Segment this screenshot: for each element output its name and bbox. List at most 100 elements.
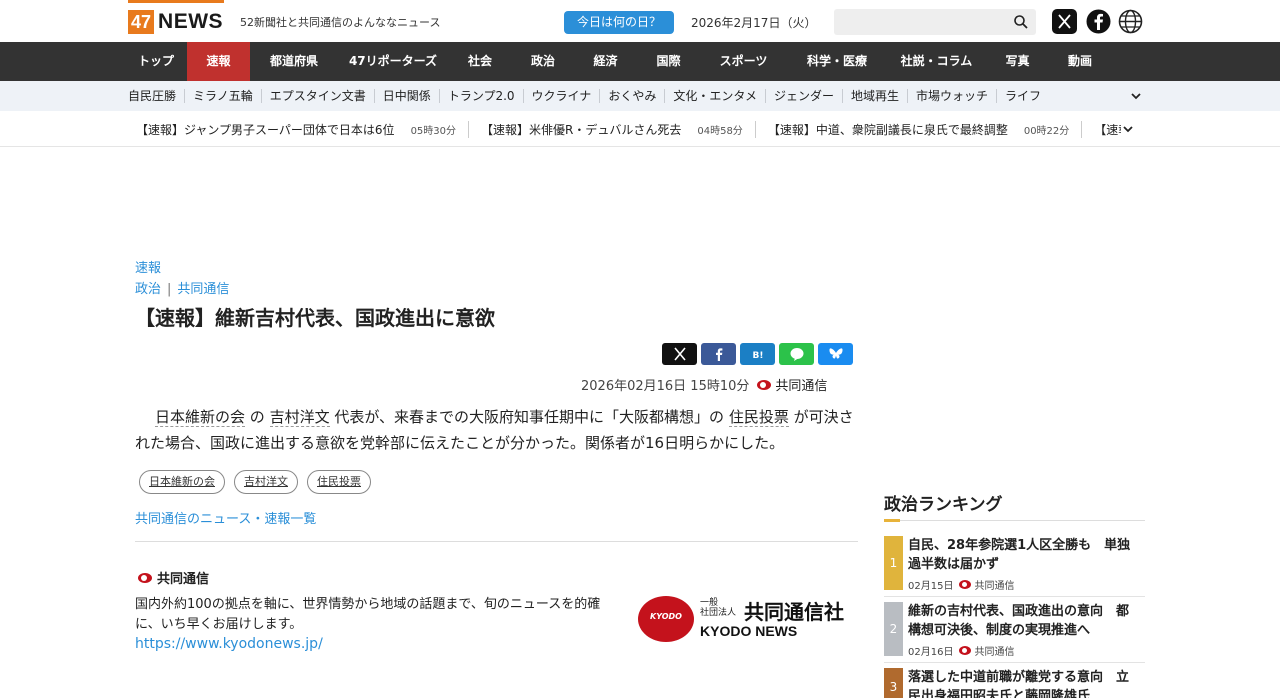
ranking-item-3[interactable]: 3 落選した中道前職が離党する意向 立民出身福田昭夫氏と藤岡隆雄氏 bbox=[884, 668, 1145, 698]
tag-chip[interactable]: 吉村洋文 bbox=[234, 470, 298, 494]
site-tagline: 52新聞社と共同通信のよんななニュース bbox=[240, 16, 441, 29]
ranking-title: 政治ランキング bbox=[884, 495, 1003, 515]
share-x-button[interactable] bbox=[662, 343, 697, 365]
x-icon[interactable] bbox=[1052, 9, 1077, 34]
logo-small-label: 一般 社団法人 bbox=[700, 598, 737, 618]
ranking-item-1[interactable]: 1 自民、28年参院選1人区全勝も 単独過半数は届かず 02月15日 共同通信 bbox=[884, 536, 1145, 592]
article-datetime: 2026年02月16日 15時10分 bbox=[581, 379, 750, 394]
topic-item[interactable]: ライフ bbox=[997, 89, 1049, 103]
ranking-item-date: 02月16日 bbox=[908, 647, 954, 658]
nav-item-breaking[interactable]: 速報 bbox=[187, 42, 250, 81]
facebook-icon[interactable] bbox=[1086, 9, 1111, 34]
ranking-divider bbox=[884, 596, 1145, 597]
article-title: 【速報】維新吉村代表、国政進出に意欲 bbox=[135, 306, 495, 330]
topic-item[interactable]: 自民圧勝 bbox=[128, 89, 186, 103]
ranking-divider bbox=[884, 662, 1145, 663]
topic-item[interactable]: 市場ウォッチ bbox=[908, 89, 998, 103]
article-source[interactable]: 共同通信 bbox=[775, 375, 827, 394]
topic-item[interactable]: トランプ2.0 bbox=[440, 89, 524, 103]
ranking-item-title: 落選した中道前職が離党する意向 立民出身福田昭夫氏と藤岡隆雄氏 bbox=[908, 670, 1130, 698]
current-date: 2026年2月17日（火） bbox=[691, 16, 817, 30]
kyodo-news-logo[interactable]: KYODO 一般 社団法人 共同通信社 KYODO NEWS bbox=[638, 596, 858, 642]
kyodo-logo-icon bbox=[757, 379, 772, 390]
ranking-item-date: 02月15日 bbox=[908, 581, 954, 592]
logo-english-text: KYODO NEWS bbox=[700, 623, 798, 639]
source-name: 共同通信 bbox=[138, 568, 209, 587]
nav-item-videos[interactable]: 動画 bbox=[1049, 42, 1111, 81]
ranking-item-source: 共同通信 bbox=[974, 647, 1015, 658]
breaking-ticker: 【速報】ジャンプ男子スーパー団体で日本は6位 05時30分 【速報】米俳優R・デ… bbox=[0, 111, 1280, 147]
topic-item[interactable]: 地域再生 bbox=[843, 89, 909, 103]
tag-chip[interactable]: 住民投票 bbox=[307, 470, 371, 494]
bluesky-icon bbox=[828, 348, 843, 359]
logo-small-text: 一般 社団法人 bbox=[700, 598, 736, 618]
keyword-link[interactable]: 住民投票 bbox=[728, 408, 789, 427]
ticker-item[interactable]: 【速報】ジャンプ男子スーパー団体で日本は6位 05時30分 bbox=[136, 120, 470, 138]
topic-item[interactable]: ミラノ五輪 bbox=[185, 89, 262, 103]
body-text: の bbox=[245, 408, 270, 426]
share-hatena-button[interactable]: B! bbox=[740, 343, 775, 365]
source-name-label: 共同通信 bbox=[157, 572, 210, 587]
rank-number: 3 bbox=[884, 668, 903, 698]
nav-item-economy[interactable]: 経済 bbox=[574, 42, 637, 81]
article-subcategory: 政治 | 共同通信 bbox=[135, 278, 229, 297]
kyodo-news-list-link[interactable]: 共同通信のニュース・速報一覧 bbox=[135, 508, 316, 527]
nav-item-photos[interactable]: 写真 bbox=[986, 42, 1049, 81]
line-icon bbox=[790, 348, 803, 361]
share-facebook-button[interactable] bbox=[701, 343, 736, 365]
article-category[interactable]: 速報 bbox=[135, 257, 161, 276]
nav-item-prefectures[interactable]: 都道府県 bbox=[250, 42, 338, 81]
ticker-item[interactable]: 【速報】中道、衆院副議長に泉氏で最終調整 00時22分 bbox=[767, 120, 1083, 138]
x-icon bbox=[673, 347, 686, 361]
share-line-button[interactable] bbox=[779, 343, 814, 365]
topic-item[interactable]: 文化・エンタメ bbox=[665, 89, 766, 103]
share-bluesky-button[interactable] bbox=[818, 343, 853, 365]
article-byline: 2026年02月16日 15時10分 共同通信 bbox=[581, 375, 827, 394]
nav-item-politics[interactable]: 政治 bbox=[512, 42, 574, 81]
logo-accent-bar bbox=[128, 0, 224, 3]
topic-item[interactable]: エプスタイン文書 bbox=[262, 89, 375, 103]
site-header: 47 NEWS 52新聞社と共同通信のよんななニュース 今日は何の日？ 2026… bbox=[0, 0, 1280, 42]
article-tags: 日本維新の会 吉村洋文 住民投票 bbox=[139, 470, 371, 494]
keyword-link[interactable]: 吉村洋文 bbox=[269, 408, 330, 427]
logo-number: 47 bbox=[128, 10, 155, 34]
nav-item-47reporters[interactable]: 47リポーターズ bbox=[338, 42, 448, 81]
chevron-down-icon[interactable] bbox=[1129, 89, 1143, 103]
ticker-time: 05時30分 bbox=[410, 125, 457, 137]
ticker-title: 【速報】中道、衆院副議長に泉氏で最終調整 bbox=[767, 122, 1008, 137]
topic-item[interactable]: おくやみ bbox=[600, 89, 666, 103]
ranking-item-2[interactable]: 2 維新の吉村代表、国政進出の意向 都構想可決後、制度の実現推進へ 02月16日… bbox=[884, 602, 1145, 658]
ticker-item[interactable]: 【速報】 bbox=[1094, 121, 1121, 138]
ticker-item[interactable]: 【速報】米俳優R・デュバルさん死去 04時58分 bbox=[481, 120, 756, 138]
nav-item-international[interactable]: 国際 bbox=[637, 42, 700, 81]
topic-item[interactable]: ウクライナ bbox=[524, 89, 601, 103]
nav-item-society[interactable]: 社会 bbox=[448, 42, 512, 81]
tag-chip[interactable]: 日本維新の会 bbox=[139, 470, 225, 494]
subcategory-kyodo[interactable]: 共同通信 bbox=[177, 282, 229, 297]
topic-item[interactable]: ジェンダー bbox=[766, 89, 843, 103]
logo-text: NEWS bbox=[158, 10, 224, 33]
globe-icon[interactable] bbox=[1118, 9, 1143, 34]
nav-item-science[interactable]: 科学・医療 bbox=[787, 42, 887, 81]
ranking-underline bbox=[884, 520, 1145, 521]
nav-item-sports[interactable]: スポーツ bbox=[700, 42, 787, 81]
nav-item-top[interactable]: トップ bbox=[125, 42, 187, 81]
kyodo-logo-icon bbox=[959, 646, 972, 655]
section-divider bbox=[135, 541, 858, 542]
ticker-time: 04時58分 bbox=[697, 125, 743, 137]
today-in-history-button[interactable]: 今日は何の日？ bbox=[564, 11, 674, 34]
search-input[interactable] bbox=[834, 9, 1036, 35]
topic-item[interactable]: 日中関係 bbox=[375, 89, 440, 103]
subcategory-politics[interactable]: 政治 bbox=[135, 282, 161, 297]
keyword-link[interactable]: 日本維新の会 bbox=[155, 408, 246, 427]
hatena-bookmark-icon: B! bbox=[752, 351, 763, 361]
search-icon[interactable] bbox=[1013, 14, 1029, 30]
facebook-icon bbox=[715, 348, 722, 361]
source-url-link[interactable]: https://www.kyodonews.jp/ bbox=[135, 636, 323, 652]
site-logo[interactable]: 47 NEWS bbox=[128, 10, 223, 34]
nav-item-editorial[interactable]: 社説・コラム bbox=[887, 42, 986, 81]
chevron-down-icon[interactable] bbox=[1121, 122, 1135, 136]
ranking-underline-accent bbox=[884, 519, 900, 522]
svg-text:B!: B! bbox=[752, 351, 763, 361]
ranking-item-meta: 02月16日 共同通信 bbox=[908, 643, 1014, 658]
